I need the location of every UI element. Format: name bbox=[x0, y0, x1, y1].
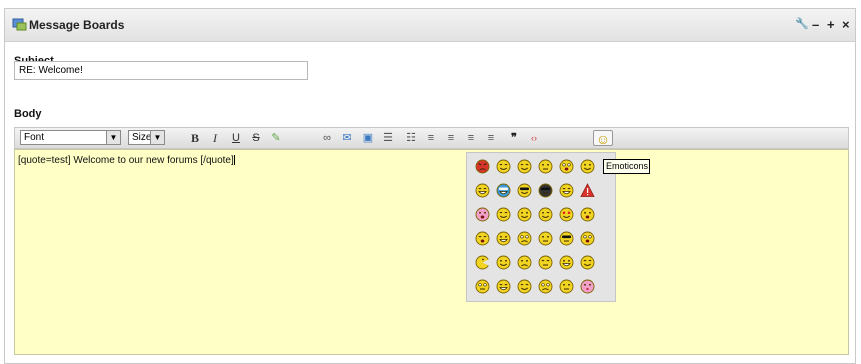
align-center-icon[interactable]: ≡ bbox=[443, 130, 459, 146]
worried-face-icon[interactable] bbox=[517, 255, 532, 270]
subject-input[interactable] bbox=[14, 61, 308, 80]
body-editor[interactable]: [quote=test] Welcome to our new forums [… bbox=[14, 149, 849, 355]
dizzy-face-icon[interactable] bbox=[559, 159, 574, 174]
surprised-face-icon[interactable] bbox=[580, 207, 595, 222]
size-select[interactable]: Size ▼ bbox=[128, 130, 165, 145]
blank-face-icon[interactable] bbox=[538, 231, 553, 246]
message-boards-logo-icon bbox=[12, 18, 27, 31]
editor-text: [quote=test] Welcome to our new forums [… bbox=[18, 155, 234, 166]
link-icon[interactable]: ∞ bbox=[319, 130, 335, 146]
body-label: Body bbox=[14, 108, 42, 120]
glasses-face-icon[interactable] bbox=[496, 183, 511, 198]
close-icon[interactable]: × bbox=[842, 17, 850, 32]
editor-content[interactable]: [quote=test] Welcome to our new forums [… bbox=[18, 155, 235, 166]
italic-icon[interactable]: I bbox=[207, 130, 223, 146]
font-select[interactable]: Font ▼ bbox=[20, 130, 121, 145]
sad-face-icon[interactable] bbox=[538, 279, 553, 294]
underline-icon[interactable]: U bbox=[228, 130, 244, 146]
laughing-face-icon[interactable] bbox=[475, 231, 490, 246]
confused-face-icon[interactable] bbox=[517, 231, 532, 246]
calm-face-icon[interactable] bbox=[496, 255, 511, 270]
cool-face-icon[interactable] bbox=[580, 159, 595, 174]
wrench-icon[interactable]: 🔧 bbox=[795, 17, 809, 30]
unsure-face-icon[interactable] bbox=[559, 279, 574, 294]
teeth-grin-icon[interactable] bbox=[559, 255, 574, 270]
strikethrough-icon[interactable]: S bbox=[248, 130, 264, 146]
minus-icon[interactable]: – bbox=[812, 17, 819, 32]
tongue-face-icon[interactable] bbox=[475, 207, 490, 222]
unordered-list-icon[interactable]: ☷ bbox=[403, 130, 419, 146]
emoticons-tooltip: Emoticons bbox=[603, 159, 650, 174]
text-color-icon[interactable]: ✎ bbox=[268, 130, 284, 146]
emoticons-panel bbox=[466, 152, 616, 302]
angry-face-icon[interactable] bbox=[475, 159, 490, 174]
image-icon[interactable]: ▣ bbox=[360, 130, 376, 146]
neutral-face-icon[interactable] bbox=[538, 159, 553, 174]
editor-toolbar: Font ▼ Size ▼ B I U S ✎ ∞ ✉ ▣ ☰ ☷ ≡ ≡ ≡ ≡ ❞ ‹› ☺ bbox=[14, 127, 849, 149]
portlet-titlebar: Message Boards 🔧 – + × bbox=[5, 9, 855, 42]
plus-icon[interactable]: + bbox=[827, 17, 835, 32]
smirk-face-icon[interactable] bbox=[580, 255, 595, 270]
align-left-icon[interactable]: ≡ bbox=[423, 130, 439, 146]
quote-icon[interactable]: ❞ bbox=[506, 130, 522, 146]
bold-icon[interactable]: B bbox=[187, 130, 203, 146]
darth-vader-icon[interactable] bbox=[538, 183, 553, 198]
text-caret bbox=[233, 155, 235, 166]
portlet-title: Message Boards bbox=[29, 18, 125, 32]
smiley-icon[interactable]: ☺ bbox=[593, 130, 613, 147]
smile-face-icon[interactable] bbox=[517, 207, 532, 222]
bored-face-icon[interactable] bbox=[475, 279, 490, 294]
chevron-down-icon: ▼ bbox=[150, 131, 164, 144]
size-select-value: Size bbox=[132, 132, 152, 143]
warning-icon[interactable] bbox=[580, 183, 595, 198]
love-eyes-icon[interactable] bbox=[559, 207, 574, 222]
email-icon[interactable]: ✉ bbox=[339, 130, 355, 146]
pacman-face-icon[interactable] bbox=[475, 255, 490, 270]
ordered-list-icon[interactable]: ☰ bbox=[380, 130, 396, 146]
justify-icon[interactable]: ≡ bbox=[483, 130, 499, 146]
sunglasses-face-icon[interactable] bbox=[517, 183, 532, 198]
silly-face-icon[interactable] bbox=[496, 279, 511, 294]
font-select-value: Font bbox=[24, 132, 45, 143]
code-icon[interactable]: ‹› bbox=[526, 130, 542, 146]
ninja-face-icon[interactable] bbox=[559, 231, 574, 246]
happy-face-icon[interactable] bbox=[475, 183, 490, 198]
content-face-icon[interactable] bbox=[517, 279, 532, 294]
innocent-face-icon[interactable] bbox=[496, 207, 511, 222]
blush-smile-icon[interactable] bbox=[517, 159, 532, 174]
sleepy-face-icon[interactable] bbox=[538, 255, 553, 270]
align-right-icon[interactable]: ≡ bbox=[463, 130, 479, 146]
chevron-down-icon: ▼ bbox=[106, 131, 120, 144]
shocked-face-icon[interactable] bbox=[580, 231, 595, 246]
wink-face-icon[interactable] bbox=[538, 207, 553, 222]
squint-smile-icon[interactable] bbox=[496, 159, 511, 174]
kiss-face-icon[interactable] bbox=[580, 279, 595, 294]
grin-face-icon[interactable] bbox=[559, 183, 574, 198]
big-grin-icon[interactable] bbox=[496, 231, 511, 246]
